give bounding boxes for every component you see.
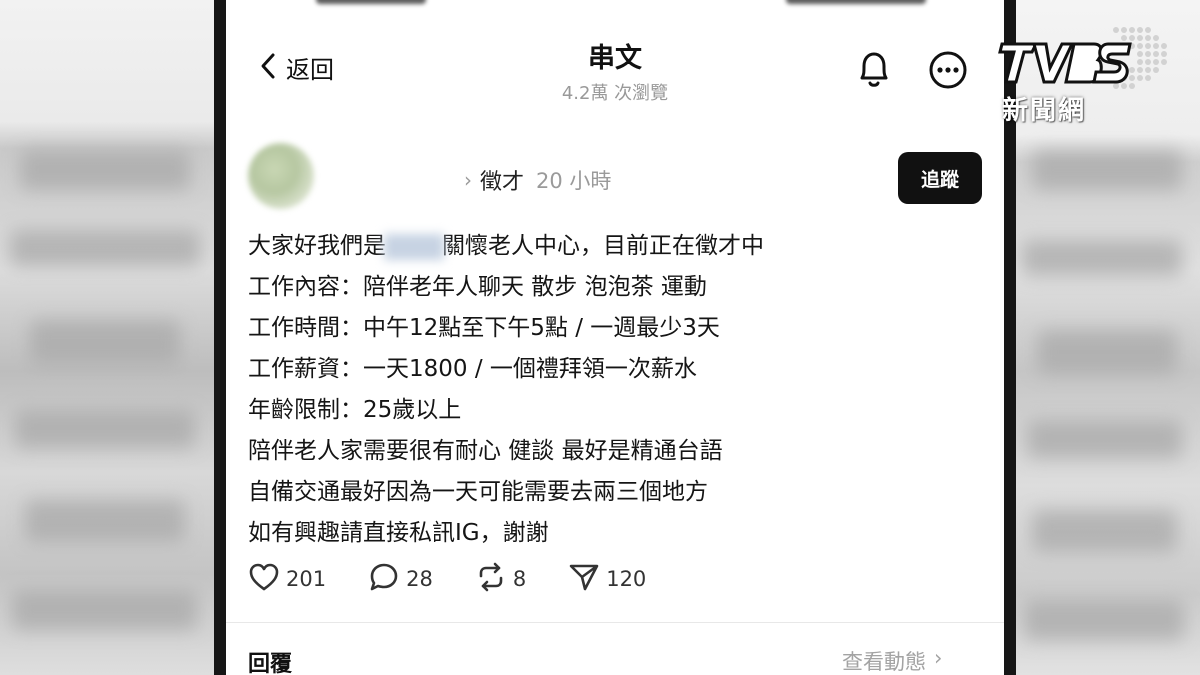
phone-screen: 返回 串文 4.2萬 次瀏覽 › 徵才 20 小時 追蹤 大家好我們是 關懷老人… — [226, 0, 1004, 675]
redacted-text — [384, 233, 444, 260]
tvbs-logo: 新聞網 — [996, 22, 1176, 126]
post-line: 工作內容：陪伴老年人聊天 散步 泡泡茶 運動 — [248, 274, 707, 300]
follow-button[interactable]: 追蹤 — [898, 152, 982, 204]
post-text: 大家好我們是 — [248, 233, 386, 259]
like-count: 201 — [286, 567, 327, 591]
heart-icon — [248, 562, 280, 596]
chevron-right-icon: › — [464, 168, 472, 192]
post-line: 年齡限制：25歲以上 — [248, 397, 462, 423]
post-line: 如有興趣請直接私訊IG，謝謝 — [248, 520, 549, 546]
status-bar-blur — [316, 0, 426, 4]
comment-count: 28 — [406, 567, 433, 591]
post-body: 大家好我們是 關懷老人中心，目前正在徵才中 工作內容：陪伴老年人聊天 散步 泡泡茶… — [248, 226, 988, 554]
more-options-button[interactable] — [928, 50, 968, 94]
chevron-right-icon: › — [934, 646, 943, 670]
view-activity-link[interactable]: 查看動態 › — [842, 646, 942, 675]
share-button[interactable]: 120 — [568, 562, 646, 596]
more-icon — [928, 51, 968, 94]
post-actions: 201 28 8 120 — [248, 562, 688, 596]
status-bar-blur — [786, 0, 926, 4]
replies-tab[interactable]: 回覆 — [248, 646, 292, 675]
tvbs-logo-text: 新聞網 — [1002, 96, 1087, 126]
author-name: 徵才 — [480, 170, 525, 195]
post-time: 20 小時 — [536, 169, 612, 193]
tvbs-logo-mark — [998, 27, 1167, 89]
post-line: 大家好我們是 關懷老人中心，目前正在徵才中 — [248, 226, 988, 267]
post-line: 陪伴老人家需要很有耐心 健談 最好是精通台語 — [248, 438, 723, 464]
comment-icon — [368, 562, 400, 596]
author-row[interactable]: › 徵才 20 小時 — [464, 164, 611, 196]
repost-count: 8 — [512, 567, 527, 591]
share-count: 120 — [606, 567, 647, 591]
post-line: 工作薪資：一天1800 / 一個禮拜領一次薪水 — [248, 356, 697, 382]
comment-button[interactable]: 28 — [368, 562, 433, 596]
repost-icon — [475, 562, 507, 596]
notification-button[interactable] — [854, 48, 894, 94]
avatar[interactable] — [248, 143, 314, 209]
bell-icon — [854, 52, 894, 94]
like-button[interactable]: 201 — [248, 562, 326, 596]
repost-button[interactable]: 8 — [475, 562, 526, 596]
divider — [226, 622, 1004, 623]
post-text: 關懷老人中心，目前正在徵才中 — [442, 233, 764, 259]
phone-frame-left — [214, 0, 226, 675]
view-activity-label: 查看動態 — [842, 650, 926, 674]
post-line: 自備交通最好因為一天可能需要去兩三個地方 — [248, 479, 708, 505]
send-icon — [568, 562, 600, 596]
blurred-background-left — [0, 0, 222, 675]
post-line: 工作時間：中午12點至下午5點 / 一週最少3天 — [248, 315, 720, 341]
